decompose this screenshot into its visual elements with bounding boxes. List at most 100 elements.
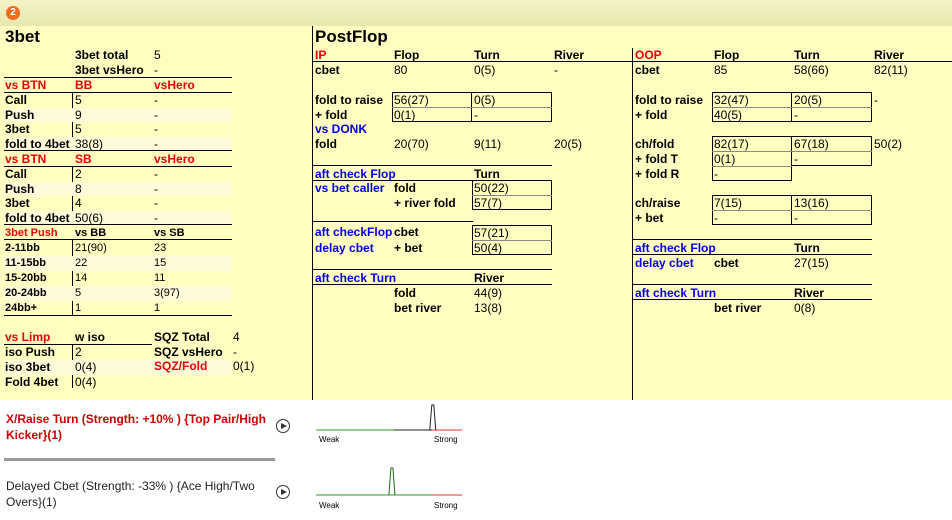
sqz-total-value: 4: [233, 330, 240, 344]
ip-ftr-turn2: -: [474, 108, 478, 122]
ip-vs-bet-caller: vs bet caller: [315, 181, 385, 195]
ip-act-br-label: bet river: [394, 301, 442, 315]
ip-vs-donk: vs DONK: [315, 122, 368, 136]
oop-chf-river: 50(2): [874, 137, 903, 151]
ip-act-fold-value: 44(9): [474, 286, 503, 300]
play-icon[interactable]: [276, 419, 290, 433]
oop-cbet-flop: 85: [714, 63, 728, 77]
threebet-vshero-label: 3bet vsHero: [75, 63, 144, 77]
row-label: Call: [5, 93, 28, 107]
oop-header-river: River: [874, 48, 905, 62]
row-shade: [4, 181, 232, 196]
row-value: 50(6): [75, 210, 104, 225]
weak-label: Weak: [319, 501, 340, 510]
ip-act-fold-label: fold: [394, 286, 416, 300]
oop-header: OOP: [635, 48, 662, 62]
oop-act-title: aft check Turn: [635, 286, 717, 300]
row-value: 23: [154, 242, 167, 254]
btn-bb-header-col: vsHero: [154, 78, 195, 92]
row-value: 1: [75, 302, 82, 314]
row-label: 2-11bb: [5, 242, 40, 254]
oop-chf-flop2: 0(1): [714, 152, 736, 166]
row-label: iso 3bet: [5, 360, 51, 374]
row-value: 3(97): [154, 287, 180, 299]
ip-acf-title: aft check Flop: [315, 167, 396, 181]
oop-chr-flop1: 7(15): [714, 196, 743, 210]
threebet-title: 3bet: [5, 27, 40, 46]
push-header: 3bet Push: [5, 227, 58, 239]
ip-fold-flop: 20(70): [394, 137, 429, 151]
title-bar: 2: [0, 0, 952, 26]
row-value: 5: [75, 122, 82, 136]
oop-ftr-turn2: -: [794, 108, 798, 122]
oop-chf-label2: + fold T: [635, 152, 678, 166]
row-label: 11-15bb: [5, 257, 46, 269]
row-value: -: [154, 93, 158, 107]
ip-cbet-river: -: [554, 63, 558, 77]
strength-peak: [429, 404, 437, 431]
row-value: 2: [75, 167, 82, 181]
oop-chf-flop3: -: [714, 167, 718, 181]
ip-header: IP: [315, 48, 327, 62]
row-shade: [4, 107, 232, 122]
ip-fold-river: 20(5): [554, 137, 583, 151]
ip-header-flop: Flop: [394, 48, 420, 62]
row-label: 15-20bb: [5, 272, 47, 284]
row-label: Push: [5, 181, 35, 196]
threebet-total-value: 5: [154, 48, 161, 62]
row-value: 2: [75, 345, 82, 359]
oop-cbet-turn: 58(66): [794, 63, 829, 77]
ip-cbet-turn: 0(5): [474, 63, 496, 77]
ip-acf-fold-label: fold: [394, 181, 416, 195]
app-logo-icon[interactable]: 2: [6, 6, 20, 20]
oop-chr-turn1: 13(16): [794, 196, 829, 210]
btn-sb-header: vs BTN: [5, 152, 47, 166]
row-value: 8: [75, 181, 82, 196]
oop-chr-turn2: -: [794, 211, 798, 225]
btn-sb-header-col: vsHero: [154, 152, 195, 166]
oop-ftr-river: -: [874, 93, 878, 107]
oop-chf-label: ch/fold: [635, 137, 675, 151]
row-value: -: [154, 167, 158, 181]
ip-cbet-flop: 80: [394, 63, 408, 77]
separator: [4, 458, 275, 461]
sqz-fold-value: 0(1): [233, 359, 255, 373]
row-value: 0(4): [75, 360, 97, 374]
push-header-col: vs SB: [154, 227, 185, 239]
limp-header-col: w iso: [75, 330, 106, 344]
row-value: -: [154, 210, 158, 225]
threebet-vshero-value: -: [154, 63, 158, 77]
strength-peak: [388, 467, 396, 496]
row-label: fold to 4bet: [5, 136, 70, 151]
play-icon[interactable]: [276, 485, 290, 499]
row-value: 1: [154, 302, 161, 314]
row-value: 21(90): [75, 242, 107, 254]
oop-act-col: River: [794, 286, 825, 300]
row-value: -: [154, 136, 158, 151]
ip-fold-turn: 9(11): [474, 137, 502, 151]
ip-ftr-label: fold to raise: [315, 93, 384, 107]
row-label: iso Push: [5, 345, 56, 359]
oop-chr-flop2: -: [714, 211, 718, 225]
sqz-vshero-label: SQZ vsHero: [154, 345, 223, 359]
row-label: fold to 4bet: [5, 210, 70, 225]
row-value: 22: [75, 257, 88, 269]
btn-sb-header-col: SB: [75, 152, 92, 166]
btn-bb-header: vs BTN: [5, 78, 47, 92]
row-value: 14: [75, 272, 88, 284]
column-divider: [632, 48, 633, 400]
ip-delay-cbet: delay cbet: [315, 241, 374, 255]
hand-strength-panel: X/Raise Turn (Strength: +10% ) {Top Pair…: [0, 400, 952, 520]
oop-chf-flop1: 82(17): [714, 137, 749, 151]
oop-act-br-value: 0(8): [794, 301, 816, 315]
ip-acf-col: Turn: [474, 167, 500, 181]
oop-acf-col: Turn: [794, 241, 820, 255]
btn-bb-header-col: BB: [75, 78, 93, 92]
ip-acf2-cbet-label: cbet: [394, 225, 419, 239]
row-value: 5: [75, 287, 82, 299]
ip-ftr-flop: 56(27): [394, 93, 429, 107]
oop-chf-turn1: 67(18): [794, 137, 829, 151]
row-value: -: [154, 122, 158, 136]
row-value: 38(8): [75, 136, 104, 151]
limp-header: vs Limp: [5, 330, 51, 344]
